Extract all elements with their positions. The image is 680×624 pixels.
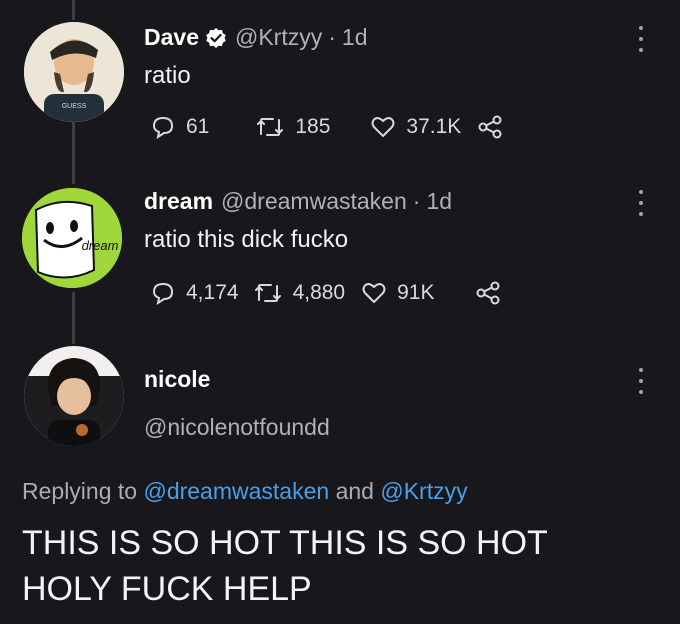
replying-to: Replying to @dreamwastaken and @Krtzyy <box>22 478 468 505</box>
reply-button[interactable]: 4,174 <box>150 280 239 306</box>
verified-badge-icon <box>205 27 227 49</box>
avatar-nicole[interactable] <box>24 346 124 446</box>
handle[interactable]: @nicolenotfoundd <box>144 414 330 441</box>
separator: · <box>412 188 421 214</box>
thread-line <box>72 122 75 184</box>
retweet-button[interactable]: 4,880 <box>253 280 346 306</box>
share-button[interactable] <box>477 114 503 140</box>
timestamp[interactable]: 1d <box>342 24 368 51</box>
like-count: 37.1K <box>406 115 462 138</box>
tweet-text: ratio <box>144 62 191 89</box>
retweet-button[interactable]: 185 <box>255 114 330 140</box>
more-icon[interactable] <box>638 26 644 52</box>
reply-text-line: HOLY FUCK HELP <box>22 570 312 608</box>
retweet-icon <box>257 118 284 136</box>
share-button[interactable] <box>475 280 501 306</box>
reply-text-line: THIS IS SO HOT THIS IS SO HOT <box>22 524 548 562</box>
reply-handle-row: @nicolenotfoundd <box>144 414 330 441</box>
like-button[interactable]: 91K <box>361 280 435 306</box>
thread-line <box>72 292 75 344</box>
avatar-shirt-text: GUESS <box>62 103 87 110</box>
mention-link[interactable]: @Krtzyy <box>380 478 467 504</box>
like-button[interactable]: 37.1K <box>370 114 461 140</box>
reply-icon <box>152 116 174 140</box>
more-icon[interactable] <box>638 368 644 394</box>
reply-text: THIS IS SO HOT THIS IS SO HOT HOLY FUCK … <box>22 520 662 612</box>
heart-icon <box>371 117 395 137</box>
tweet-actions: 61 185 37.1K <box>150 114 503 140</box>
more-icon[interactable] <box>638 190 644 216</box>
reply-count: 4,174 <box>186 281 239 304</box>
display-name[interactable]: dream <box>144 188 213 215</box>
tweet-header: dream @dreamwastaken · 1d <box>144 188 452 215</box>
share-icon <box>478 115 502 139</box>
reply-count: 61 <box>186 115 210 138</box>
like-count: 91K <box>397 281 435 304</box>
timestamp[interactable]: 1d <box>426 188 452 215</box>
handle[interactable]: @dreamwastaken <box>221 188 407 215</box>
display-name[interactable]: nicole <box>144 366 210 393</box>
replying-and: and <box>335 478 374 504</box>
tweet-text: ratio this dick fucko <box>144 226 349 253</box>
reply-icon <box>152 282 174 306</box>
retweet-count: 185 <box>295 115 331 138</box>
thread-line <box>72 0 75 20</box>
tweet-header: Dave @Krtzyy · 1d <box>144 24 368 51</box>
retweet-icon <box>254 284 281 302</box>
handle[interactable]: @Krtzyy <box>235 24 322 51</box>
avatar-dave[interactable]: GUESS <box>24 22 124 122</box>
share-icon <box>476 281 499 305</box>
reply-button[interactable]: 61 <box>150 114 209 140</box>
separator: · <box>328 24 336 50</box>
avatar-dream[interactable]: dream <box>22 188 122 288</box>
avatar-logo-text: dream <box>82 238 119 253</box>
reply-header: nicole <box>144 366 210 393</box>
display-name[interactable]: Dave <box>144 24 199 51</box>
mention-link[interactable]: @dreamwastaken <box>143 478 329 504</box>
retweet-count: 4,880 <box>292 281 346 304</box>
replying-prefix: Replying to <box>22 478 138 504</box>
heart-icon <box>362 283 386 303</box>
tweet-actions: 4,174 4,880 91K <box>150 280 501 306</box>
